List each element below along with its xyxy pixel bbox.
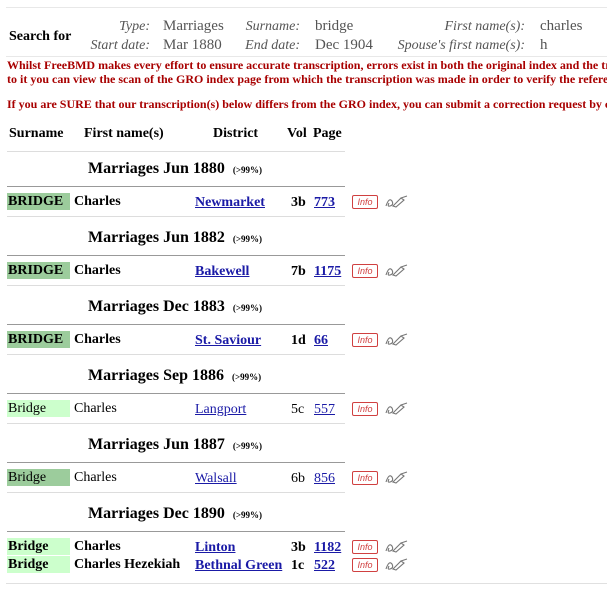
info-button[interactable]: Info xyxy=(352,264,378,278)
record-surname: Bridge xyxy=(7,538,70,555)
criteria-divider xyxy=(6,56,607,57)
record-vol: 3b xyxy=(291,195,306,210)
column-header-page: Page xyxy=(313,126,342,141)
group-divider xyxy=(7,393,345,394)
accuracy-warning-line1: Whilst FreeBMD makes every effort to ens… xyxy=(7,58,607,72)
record-surname: BRIDGE xyxy=(7,262,70,279)
match-percentage: (>99%) xyxy=(232,510,262,520)
type-label: Type: xyxy=(119,19,150,34)
info-button[interactable]: Info xyxy=(352,540,378,554)
column-header-surname: Surname xyxy=(9,126,64,141)
first-name-label: First name(s): xyxy=(444,19,526,34)
view-scan-icon[interactable] xyxy=(383,471,409,485)
page-link[interactable]: 522 xyxy=(314,557,335,574)
match-percentage: (>99%) xyxy=(232,165,262,175)
district-link[interactable]: Langport xyxy=(195,401,246,418)
district-link[interactable]: St. Saviour xyxy=(195,332,261,349)
group-divider xyxy=(7,255,345,256)
record-vol: 7b xyxy=(291,264,306,279)
view-scan-icon[interactable] xyxy=(383,540,409,554)
view-scan-icon[interactable] xyxy=(383,402,409,416)
bottom-divider xyxy=(6,583,607,584)
column-header-vol: Vol xyxy=(287,126,307,141)
correction-request-notice: If you are SURE that our transcription(s… xyxy=(7,97,607,111)
match-percentage: (>99%) xyxy=(232,441,262,451)
end-date-value: Dec 1904 xyxy=(315,37,373,53)
match-percentage: (>99%) xyxy=(232,234,262,244)
info-button[interactable]: Info xyxy=(352,471,378,485)
record-first-name: Charles xyxy=(74,194,121,209)
search-for-label: Search for xyxy=(9,29,72,44)
column-header-first-names: First name(s) xyxy=(84,126,164,141)
group-heading: Marriages Sep 1886 (>99%) xyxy=(88,367,262,384)
record-first-name: Charles xyxy=(74,263,121,278)
group-heading: Marriages Jun 1882 (>99%) xyxy=(88,229,262,246)
info-button[interactable]: Info xyxy=(352,558,378,572)
record-surname: BRIDGE xyxy=(7,193,70,210)
group-heading: Marriages Jun 1887 (>99%) xyxy=(88,436,262,453)
header-divider xyxy=(7,151,345,152)
row-divider xyxy=(7,354,345,355)
page-link[interactable]: 1175 xyxy=(314,263,341,280)
district-link[interactable]: Linton xyxy=(195,539,235,556)
record-vol: 1d xyxy=(291,333,306,348)
page-link[interactable]: 1182 xyxy=(314,539,341,556)
start-date-label: Start date: xyxy=(90,38,151,53)
district-link[interactable]: Bethnal Green xyxy=(195,557,282,574)
spouse-first-name-label: Spouse's first name(s): xyxy=(397,38,525,53)
view-scan-icon[interactable] xyxy=(383,264,409,278)
record-surname: Bridge xyxy=(7,400,70,417)
view-scan-icon[interactable] xyxy=(383,333,409,347)
record-surname: Bridge xyxy=(7,556,70,573)
record-surname: BRIDGE xyxy=(7,331,70,348)
record-first-name: Charles xyxy=(74,332,121,347)
end-date-label: End date: xyxy=(245,38,300,53)
group-heading: Marriages Jun 1880 (>99%) xyxy=(88,160,262,177)
district-link[interactable]: Bakewell xyxy=(195,263,249,280)
surname-value: bridge xyxy=(315,18,354,34)
info-button[interactable]: Info xyxy=(352,195,378,209)
record-vol: 6b xyxy=(291,471,305,486)
record-vol: 1c xyxy=(291,558,305,573)
group-heading: Marriages Dec 1883 (>99%) xyxy=(88,298,262,315)
record-first-name: Charles Hezekiah xyxy=(74,557,181,572)
info-button[interactable]: Info xyxy=(352,402,378,416)
row-divider xyxy=(7,492,345,493)
group-divider xyxy=(7,324,345,325)
type-value: Marriages xyxy=(163,18,224,34)
info-button[interactable]: Info xyxy=(352,333,378,347)
top-divider xyxy=(6,7,607,8)
view-scan-icon[interactable] xyxy=(383,195,409,209)
view-scan-icon[interactable] xyxy=(383,558,409,572)
group-divider xyxy=(7,462,345,463)
column-header-district: District xyxy=(213,126,259,141)
page-link[interactable]: 773 xyxy=(314,194,335,211)
row-divider xyxy=(7,423,345,424)
row-divider xyxy=(7,216,345,217)
spouse-first-name-value: h xyxy=(540,37,548,53)
record-vol: 3b xyxy=(291,540,306,555)
record-first-name: Charles xyxy=(74,401,117,416)
first-name-value: charles xyxy=(540,18,583,34)
page-link[interactable]: 856 xyxy=(314,470,335,487)
surname-label: Surname: xyxy=(245,19,300,34)
match-percentage: (>99%) xyxy=(231,372,262,382)
district-link[interactable]: Walsall xyxy=(195,470,237,487)
accuracy-warning-line2: to it you can view the scan of the GRO i… xyxy=(7,72,607,86)
match-percentage: (>99%) xyxy=(232,303,262,313)
page-link[interactable]: 557 xyxy=(314,401,335,418)
page-link[interactable]: 66 xyxy=(314,332,328,349)
district-link[interactable]: Newmarket xyxy=(195,194,265,211)
record-first-name: Charles xyxy=(74,470,117,485)
group-divider xyxy=(7,531,345,532)
group-heading: Marriages Dec 1890 (>99%) xyxy=(88,505,262,522)
group-divider xyxy=(7,186,345,187)
row-divider xyxy=(7,285,345,286)
record-surname: Bridge xyxy=(7,469,70,486)
start-date-value: Mar 1880 xyxy=(163,37,222,53)
record-vol: 5c xyxy=(291,402,305,417)
record-first-name: Charles xyxy=(74,539,121,554)
